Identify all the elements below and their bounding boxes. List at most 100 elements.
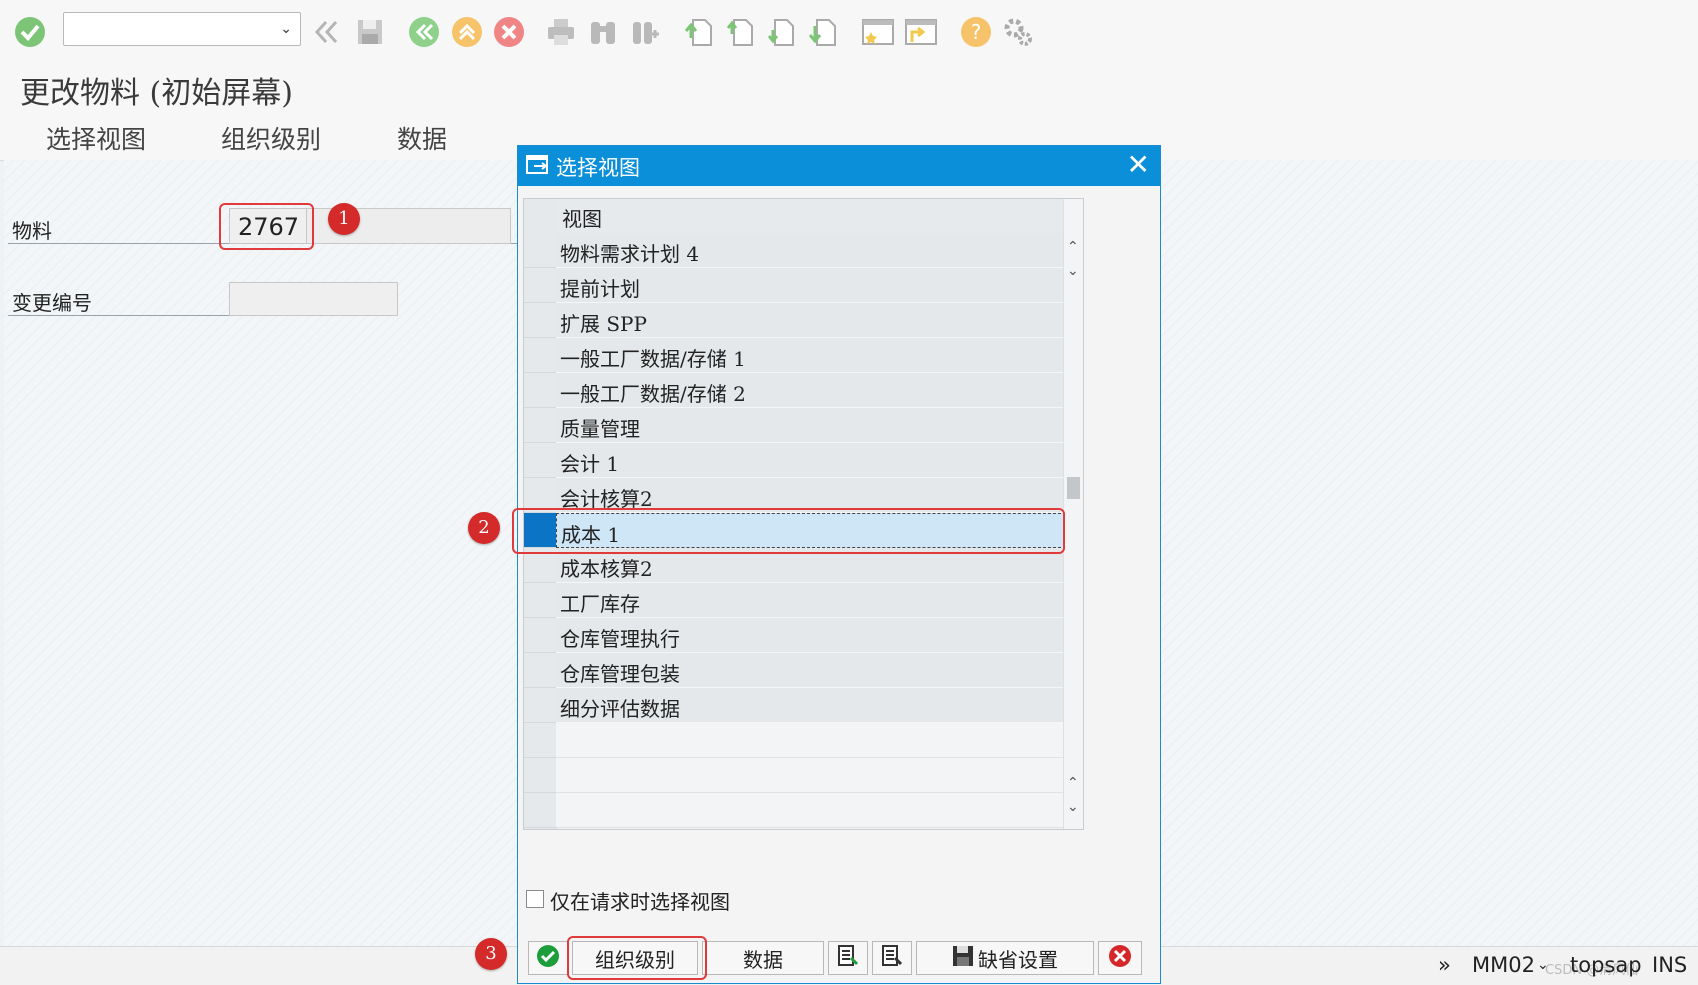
table-row[interactable]: 物料需求计划 4 [524,233,1066,268]
table-row[interactable]: 仓库管理包装 [524,653,1066,688]
row-label: 成本核算2 [560,557,653,581]
cancel-icon[interactable] [491,14,527,50]
shortcut-icon[interactable] [903,14,939,50]
deselect-all-icon [881,944,903,973]
find-icon[interactable] [585,14,621,50]
select-views-dialog: 选择视图 ✕ 视图 物料需求计划 4 提前计划 扩展 SPP 一般工厂数据/存储… [517,145,1161,984]
save-icon[interactable] [352,14,388,50]
settings-icon[interactable] [1000,14,1036,50]
check-icon [536,944,560,973]
scroll-page-up-icon[interactable]: ⌃ [1067,775,1079,791]
vertical-scrollbar[interactable]: ⌃ ⌄ ⌃ ⌄ [1063,199,1083,829]
select-all-button[interactable] [828,941,868,975]
help-icon[interactable]: ? [958,14,994,50]
row-label: 细分评估数据 [560,697,680,721]
row-selector [524,723,556,758]
menu-item-data[interactable]: 数据 [397,120,447,156]
scroll-thumb[interactable] [1067,477,1080,499]
table-row[interactable]: 仓库管理执行 [524,618,1066,653]
row-selector[interactable] [524,303,556,338]
row-selector[interactable] [524,338,556,373]
table-row[interactable]: 细分评估数据 [524,688,1066,723]
svg-text:?: ? [971,20,982,44]
scroll-down-icon[interactable]: ⌄ [1067,263,1079,279]
enter-check-icon[interactable] [12,14,48,50]
save-icon [952,945,974,972]
row-label: 会计 1 [560,452,620,476]
dropdown-chevron-icon[interactable]: ⌄ [280,21,292,37]
status-more-icon[interactable]: » [1438,953,1451,977]
row-selector [524,793,556,828]
row-label: 工厂库存 [560,592,640,616]
table-row-empty [524,793,1066,828]
row-selector[interactable] [524,688,556,723]
find-next-icon[interactable] [627,14,663,50]
row-selector[interactable] [524,653,556,688]
back-icon[interactable] [406,14,442,50]
row-selector[interactable] [524,618,556,653]
change-number-label: 变更编号 [12,291,92,315]
previous-page-icon[interactable] [722,14,758,50]
row-label: 物料需求计划 4 [560,242,700,266]
request-only-checkbox[interactable] [526,890,544,908]
row-label: 扩展 SPP [560,312,647,336]
command-field[interactable]: ⌄ [63,12,301,46]
table-row[interactable]: 扩展 SPP [524,303,1066,338]
annotation-box-1 [219,203,314,250]
scroll-up-icon[interactable]: ⌃ [1067,239,1079,255]
default-values-label: 缺省设置 [978,947,1058,972]
dialog-window-icon [526,154,550,180]
row-label: 质量管理 [560,417,640,441]
select-all-icon [837,944,859,973]
table-row[interactable]: 提前计划 [524,268,1066,303]
insert-mode: INS [1652,953,1688,977]
table-row[interactable]: 工厂库存 [524,583,1066,618]
annotation-box-2 [512,508,1065,554]
row-label: 一般工厂数据/存储 1 [560,347,746,371]
change-number-input[interactable] [229,282,398,316]
double-left-icon[interactable] [308,14,344,50]
next-page-icon[interactable] [763,14,799,50]
menu-item-org-levels[interactable]: 组织级别 [221,120,321,156]
exit-icon[interactable] [449,14,485,50]
annotation-badge-2: 2 [468,512,500,544]
default-values-button[interactable]: 缺省设置 [916,941,1094,975]
close-icon[interactable]: ✕ [1127,148,1150,181]
row-selector[interactable] [524,583,556,618]
annotation-badge-1: 1 [328,203,360,235]
system-name: topsap [1570,953,1642,977]
table-header: 视图 [556,199,1066,234]
row-selector[interactable] [524,443,556,478]
cancel-icon [1108,944,1132,973]
row-selector[interactable] [524,233,556,268]
menu-item-select-views[interactable]: 选择视图 [46,120,146,156]
row-selector [524,758,556,793]
create-session-icon[interactable] [860,14,896,50]
table-row[interactable]: 一般工厂数据/存储 1 [524,338,1066,373]
last-page-icon[interactable] [805,14,841,50]
deselect-all-button[interactable] [872,941,912,975]
row-label: 仓库管理执行 [560,627,680,651]
table-row-empty [524,723,1066,758]
table-row[interactable]: 一般工厂数据/存储 2 [524,373,1066,408]
annotation-box-3 [567,936,707,980]
confirm-button[interactable] [528,941,568,975]
transaction-code: MM02 [1472,953,1535,977]
application-toolbar: ⌄ ? [0,0,1698,67]
dialog-title: 选择视图 [556,156,640,180]
column-header-view: 视图 [562,207,602,231]
table-row-empty [524,758,1066,793]
request-only-label: 仅在请求时选择视图 [550,890,730,914]
table-row[interactable]: 质量管理 [524,408,1066,443]
annotation-badge-3: 3 [475,938,507,970]
row-label: 仓库管理包装 [560,662,680,686]
row-selector[interactable] [524,408,556,443]
scroll-page-down-icon[interactable]: ⌄ [1067,799,1079,815]
row-selector[interactable] [524,373,556,408]
cancel-button[interactable] [1098,941,1142,975]
table-row[interactable]: 会计 1 [524,443,1066,478]
data-button[interactable]: 数据 [702,941,824,975]
row-selector[interactable] [524,268,556,303]
print-icon[interactable] [543,14,579,50]
first-page-icon[interactable] [681,14,717,50]
